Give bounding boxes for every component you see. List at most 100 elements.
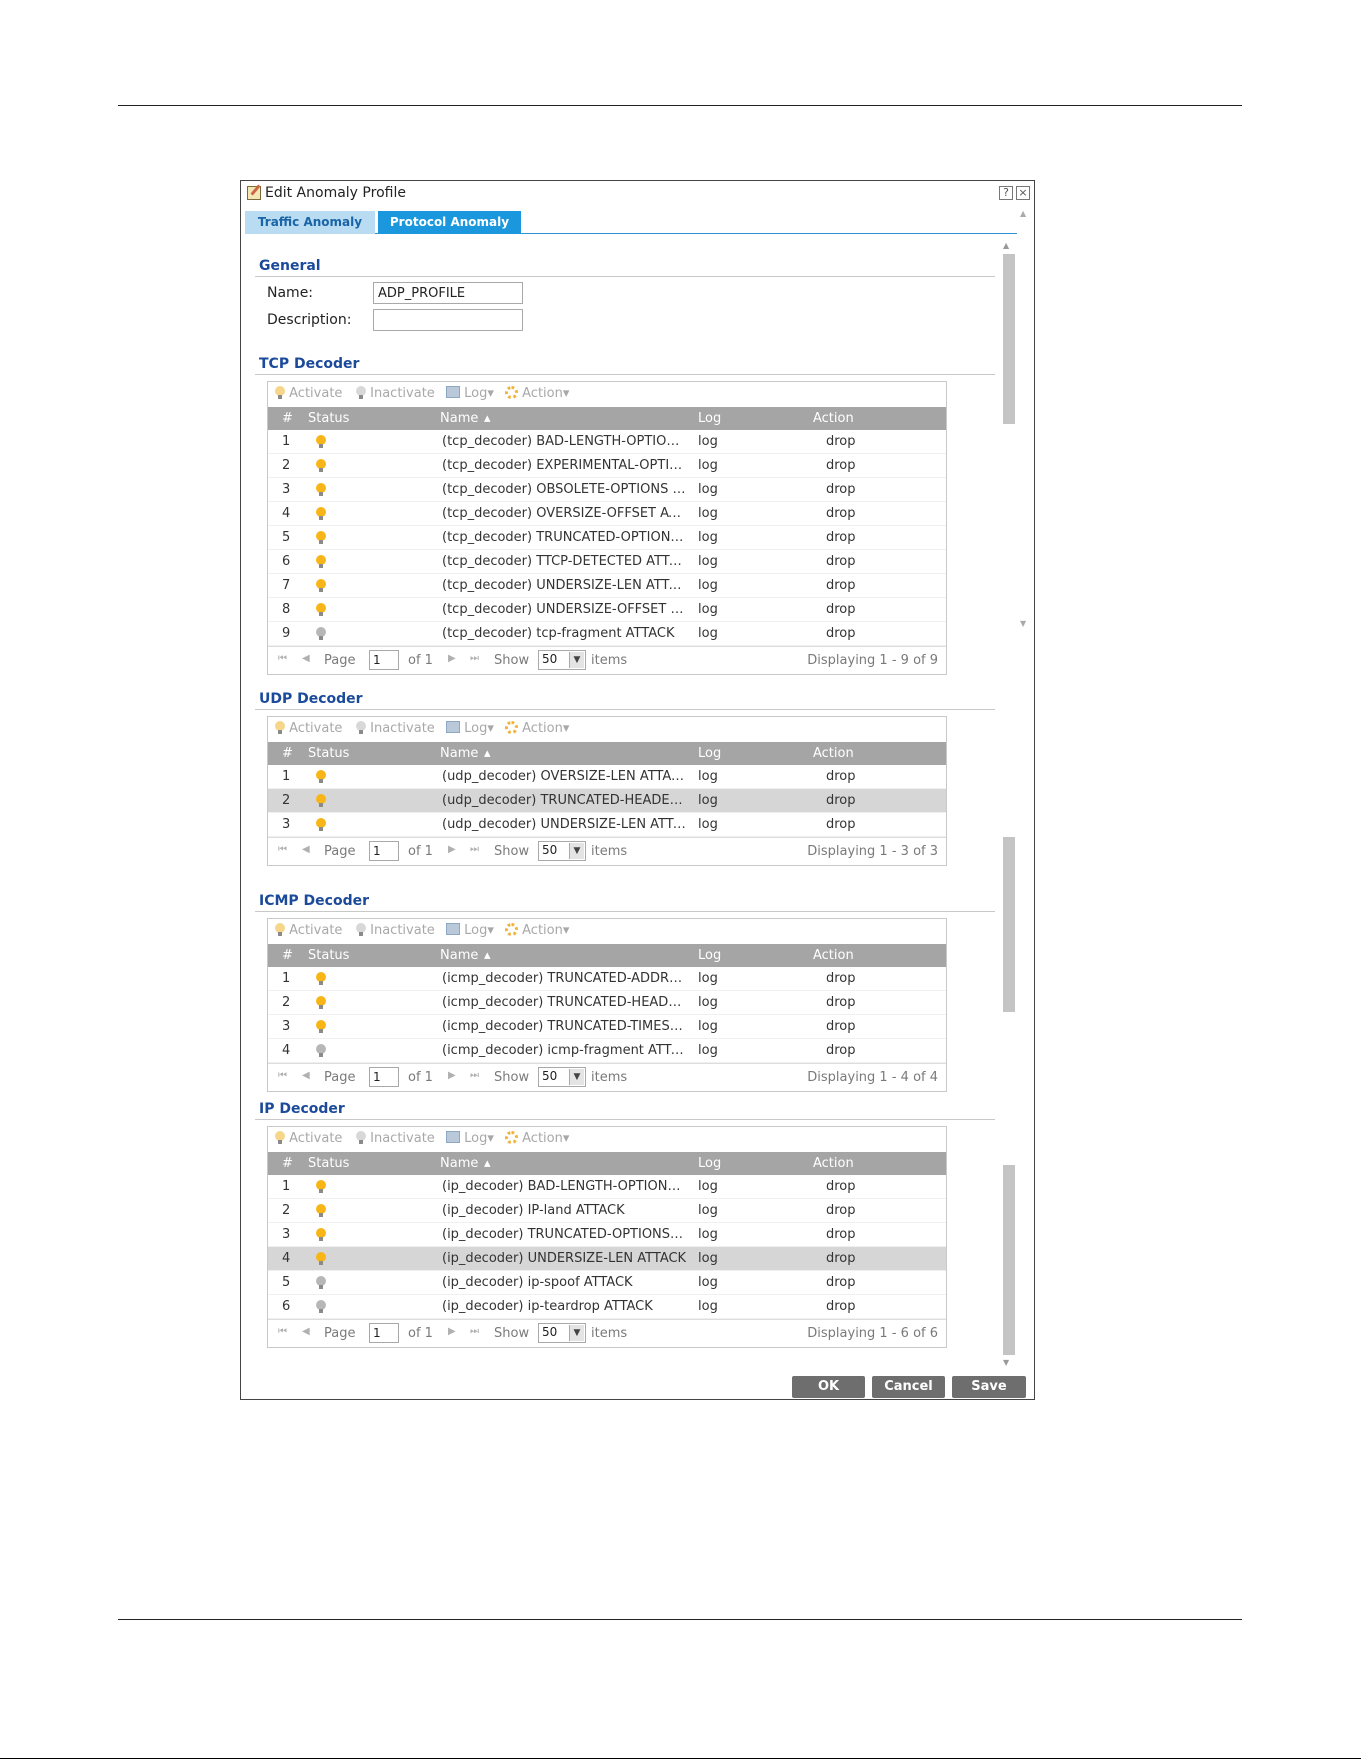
name-input[interactable] xyxy=(373,282,523,304)
table-row[interactable]: 3 (icmp_decoder) TRUNCATED-TIMESTAMP-HEAD… xyxy=(268,1015,946,1039)
next-page-icon[interactable]: ▶ xyxy=(448,653,456,664)
page-input[interactable] xyxy=(369,1323,399,1343)
action-menu-label: Action xyxy=(522,386,563,401)
table-row[interactable]: 1 (udp_decoder) OVERSIZE-LEN ATTACK log dro… xyxy=(268,765,946,789)
scrollbar-thumb[interactable] xyxy=(1003,1165,1015,1355)
table-row[interactable]: 6 (ip_decoder) ip-teardrop ATTACK log drop xyxy=(268,1295,946,1319)
action-menu-button[interactable]: Action▾ xyxy=(505,386,569,401)
inactivate-button[interactable]: Inactivate xyxy=(356,923,435,938)
activate-button[interactable]: Activate xyxy=(275,1131,342,1146)
last-page-icon[interactable]: ⏭ xyxy=(470,1326,479,1337)
log-menu-button[interactable]: Log▾ xyxy=(446,1131,494,1146)
last-page-icon[interactable]: ⏭ xyxy=(470,844,479,855)
table-row[interactable]: 1 (icmp_decoder) TRUNCATED-ADDRESS-HEADER… xyxy=(268,967,946,991)
column-header-status[interactable]: Status xyxy=(308,948,349,963)
table-row[interactable]: 3 (tcp_decoder) OBSOLETE-OPTIONS ATTACK lo… xyxy=(268,478,946,502)
column-header-name[interactable]: Name xyxy=(440,948,478,963)
column-header-log[interactable]: Log xyxy=(698,948,721,963)
scrollbar-thumb[interactable] xyxy=(1003,254,1015,424)
next-page-icon[interactable]: ▶ xyxy=(448,844,456,855)
table-row[interactable]: 2 (icmp_decoder) TRUNCATED-HEADER ATTACK l… xyxy=(268,991,946,1015)
scroll-up-icon[interactable]: ▲ xyxy=(1020,209,1026,218)
next-page-icon[interactable]: ▶ xyxy=(448,1326,456,1337)
table-row[interactable]: 8 (tcp_decoder) UNDERSIZE-OFFSET ATTACK lo… xyxy=(268,598,946,622)
column-header-action[interactable]: Action xyxy=(813,411,854,426)
column-header-action[interactable]: Action xyxy=(813,1156,854,1171)
column-header-log[interactable]: Log xyxy=(698,411,721,426)
column-header-status[interactable]: Status xyxy=(308,411,349,426)
scroll-up-icon[interactable]: ▲ xyxy=(1003,241,1009,250)
inactivate-button[interactable]: Inactivate xyxy=(356,386,435,401)
first-page-icon[interactable]: ⏮ xyxy=(278,1326,287,1337)
ok-button[interactable]: OK xyxy=(792,1376,865,1398)
column-header-status[interactable]: Status xyxy=(308,1156,349,1171)
table-row[interactable]: 5 (ip_decoder) ip-spoof ATTACK log drop xyxy=(268,1271,946,1295)
scroll-down-icon[interactable]: ▼ xyxy=(1020,619,1026,628)
table-row[interactable]: 1 (ip_decoder) BAD-LENGTH-OPTIONS ATTACK l… xyxy=(268,1175,946,1199)
help-button[interactable]: ? xyxy=(999,186,1013,200)
log-menu-button[interactable]: Log▾ xyxy=(446,386,494,401)
prev-page-icon[interactable]: ◀ xyxy=(302,844,310,855)
page-size-select[interactable]: 50 ▼ xyxy=(538,1067,586,1087)
prev-page-icon[interactable]: ◀ xyxy=(302,1326,310,1337)
sort-asc-icon: ▴ xyxy=(484,948,491,963)
activate-button[interactable]: Activate xyxy=(275,386,342,401)
close-button[interactable]: × xyxy=(1016,186,1030,200)
table-row[interactable]: 4 (tcp_decoder) OVERSIZE-OFFSET ATTACK log… xyxy=(268,502,946,526)
table-row[interactable]: 6 (tcp_decoder) TTCP-DETECTED ATTACK log dr… xyxy=(268,550,946,574)
prev-page-icon[interactable]: ◀ xyxy=(302,1070,310,1081)
page-input[interactable] xyxy=(369,650,399,670)
activate-button[interactable]: Activate xyxy=(275,923,342,938)
column-header-log[interactable]: Log xyxy=(698,1156,721,1171)
first-page-icon[interactable]: ⏮ xyxy=(278,1070,287,1081)
table-row[interactable]: 4 (ip_decoder) UNDERSIZE-LEN ATTACK log dro… xyxy=(268,1247,946,1271)
table-row[interactable]: 4 (icmp_decoder) icmp-fragment ATTACK log d… xyxy=(268,1039,946,1063)
table-row[interactable]: 9 (tcp_decoder) tcp-fragment ATTACK log dro… xyxy=(268,622,946,646)
inactivate-label: Inactivate xyxy=(370,923,435,938)
scrollbar-thumb[interactable] xyxy=(1003,837,1015,1012)
first-page-icon[interactable]: ⏮ xyxy=(278,653,287,664)
table-row[interactable]: 7 (tcp_decoder) UNDERSIZE-LEN ATTACK log dr… xyxy=(268,574,946,598)
last-page-icon[interactable]: ⏭ xyxy=(470,1070,479,1081)
table-row[interactable]: 2 (tcp_decoder) EXPERIMENTAL-OPTIONS ATTA… xyxy=(268,454,946,478)
scroll-down-icon[interactable]: ▼ xyxy=(1003,1358,1009,1367)
column-header-log[interactable]: Log xyxy=(698,746,721,761)
column-header-name[interactable]: Name xyxy=(440,411,478,426)
action-menu-button[interactable]: Action▾ xyxy=(505,1131,569,1146)
log-menu-button[interactable]: Log▾ xyxy=(446,923,494,938)
column-header-status[interactable]: Status xyxy=(308,746,349,761)
inactivate-button[interactable]: Inactivate xyxy=(356,1131,435,1146)
page-size-select[interactable]: 50 ▼ xyxy=(538,1323,586,1343)
tab-traffic-anomaly[interactable]: Traffic Anomaly xyxy=(245,211,375,234)
column-header-action[interactable]: Action xyxy=(813,746,854,761)
bulb-off-icon xyxy=(316,627,326,644)
table-row[interactable]: 2 (ip_decoder) IP-land ATTACK log drop xyxy=(268,1199,946,1223)
content-scrollbar[interactable]: ▲ ▼ xyxy=(1001,241,1015,1371)
page-size-select[interactable]: 50 ▼ xyxy=(538,841,586,861)
inactivate-button[interactable]: Inactivate xyxy=(356,721,435,736)
page-size-select[interactable]: 50 ▼ xyxy=(538,650,586,670)
table-row[interactable]: 1 (tcp_decoder) BAD-LENGTH-OPTIONS ATTACK… xyxy=(268,430,946,454)
next-page-icon[interactable]: ▶ xyxy=(448,1070,456,1081)
page-input[interactable] xyxy=(369,841,399,861)
table-row[interactable]: 5 (tcp_decoder) TRUNCATED-OPTIONS ATTACK l… xyxy=(268,526,946,550)
last-page-icon[interactable]: ⏭ xyxy=(470,653,479,664)
save-button[interactable]: Save xyxy=(952,1376,1026,1398)
first-page-icon[interactable]: ⏮ xyxy=(278,844,287,855)
row-number: 3 xyxy=(282,1019,291,1034)
action-menu-button[interactable]: Action▾ xyxy=(505,721,569,736)
column-header-name[interactable]: Name xyxy=(440,746,478,761)
log-menu-button[interactable]: Log▾ xyxy=(446,721,494,736)
tab-protocol-anomaly[interactable]: Protocol Anomaly xyxy=(378,211,521,234)
action-menu-button[interactable]: Action▾ xyxy=(505,923,569,938)
activate-button[interactable]: Activate xyxy=(275,721,342,736)
column-header-action[interactable]: Action xyxy=(813,948,854,963)
column-header-name[interactable]: Name xyxy=(440,1156,478,1171)
table-row[interactable]: 2 (udp_decoder) TRUNCATED-HEADER ATTACK lo… xyxy=(268,789,946,813)
table-row[interactable]: 3 (ip_decoder) TRUNCATED-OPTIONS ATTACK lo… xyxy=(268,1223,946,1247)
cancel-button[interactable]: Cancel xyxy=(872,1376,945,1398)
prev-page-icon[interactable]: ◀ xyxy=(302,653,310,664)
description-input[interactable] xyxy=(373,309,523,331)
table-row[interactable]: 3 (udp_decoder) UNDERSIZE-LEN ATTACK log dr… xyxy=(268,813,946,837)
page-input[interactable] xyxy=(369,1067,399,1087)
